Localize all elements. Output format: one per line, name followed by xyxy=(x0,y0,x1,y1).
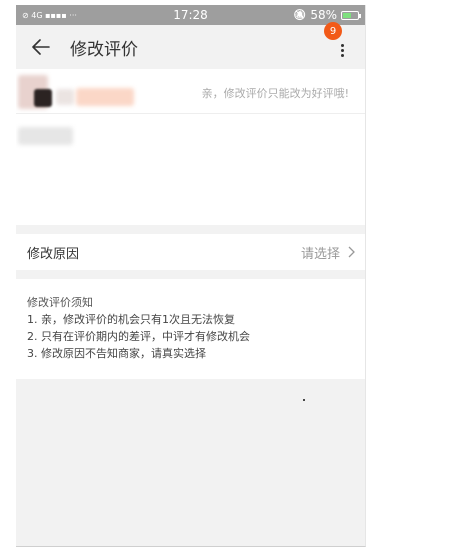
notice-title: 修改评价须知 xyxy=(27,296,93,309)
reason-value: 请选择 xyxy=(300,246,340,262)
reason-select-row[interactable]: 修改原因 请选择 xyxy=(16,234,365,270)
blurred-product-name xyxy=(76,88,134,106)
battery-fill xyxy=(343,12,352,18)
notice-item-1: 1. 亲，修改评价的机会只有1次且无法恢复 xyxy=(27,313,235,326)
cursor-dot xyxy=(303,399,305,401)
blurred-rating xyxy=(18,127,73,145)
chevron-right-icon xyxy=(348,246,355,258)
phone-screen: ⊘ 4G ▪▪▪▪ ··· 17:28 🔕 58% 修改评价 亲，修改评价只能改… xyxy=(16,5,366,547)
battery-percent: 58% xyxy=(310,8,337,22)
reason-select[interactable]: 请选择 xyxy=(301,243,355,262)
more-vertical-icon xyxy=(341,44,344,59)
status-bar: ⊘ 4G ▪▪▪▪ ··· 17:28 🔕 58% xyxy=(16,5,365,25)
notice-item-2: 2. 只有在评价期内的差评，中评才有修改机会 xyxy=(27,330,250,343)
notice-item-3: 3. 修改原因不告知商家，请真实选择 xyxy=(27,347,206,360)
battery-icon xyxy=(341,10,361,20)
notification-badge: 9 xyxy=(324,22,342,40)
review-notice: 修改评价须知 1. 亲，修改评价的机会只有1次且无法恢复 2. 只有在评价期内的… xyxy=(16,279,365,379)
divider xyxy=(16,113,365,114)
back-button[interactable] xyxy=(22,25,60,69)
arrow-left-icon xyxy=(32,39,50,55)
reason-label: 修改原因 xyxy=(27,246,80,262)
review-card: 亲，修改评价只能改为好评哦! xyxy=(16,69,365,225)
review-hint: 亲，修改评价只能改为好评哦! xyxy=(201,87,349,100)
product-thumbnail-dark xyxy=(34,89,52,107)
blurred-username xyxy=(56,89,74,105)
bell-muted-icon: 🔕 xyxy=(293,9,307,21)
nav-bar: 修改评价 xyxy=(16,25,365,69)
status-right: 🔕 58% xyxy=(293,8,361,22)
status-signal-icons: ⊘ 4G ▪▪▪▪ ··· xyxy=(22,10,77,20)
page-title: 修改评价 xyxy=(70,39,138,60)
